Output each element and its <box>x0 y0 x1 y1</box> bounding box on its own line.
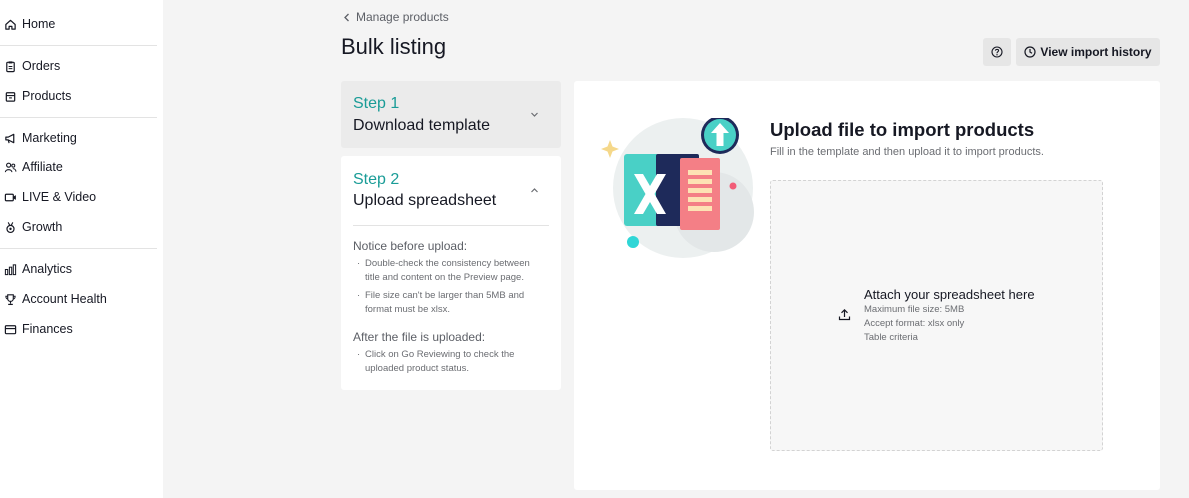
sidebar-item-live-video[interactable]: LIVE & Video <box>0 185 157 209</box>
box-icon <box>3 89 17 103</box>
upload-title: Upload file to import products <box>770 119 1035 140</box>
sidebar-item-home[interactable]: Home <box>0 12 157 36</box>
help-button[interactable] <box>983 38 1011 66</box>
max-file-size-text: Maximum file size: 5MB <box>864 304 965 315</box>
medal-icon <box>3 220 17 234</box>
home-icon <box>3 17 17 31</box>
dropzone-title: Attach your spreadsheet here <box>864 287 1035 302</box>
sidebar: Home Orders Products Marketing Affiliate… <box>0 0 163 498</box>
breadcrumb-back-link[interactable]: Manage products <box>343 9 449 25</box>
sidebar-item-products[interactable]: Products <box>0 84 157 108</box>
sidebar-item-finances[interactable]: Finances <box>0 317 157 341</box>
video-icon <box>3 190 17 204</box>
excel-upload-illustration <box>601 118 754 258</box>
page-title: Bulk listing <box>341 34 447 59</box>
clock-icon <box>1024 46 1037 58</box>
step2-card: Step 2 Upload spreadsheet Notice before … <box>341 156 561 390</box>
upload-icon <box>838 308 851 321</box>
notice-item: Double-check the consistency between tit… <box>357 257 547 285</box>
history-button-label: View import history <box>1040 45 1152 59</box>
table-criteria-link[interactable]: Table criteria <box>864 332 918 343</box>
sidebar-item-label: Finances <box>22 322 73 336</box>
after-upload-heading: After the file is uploaded: <box>353 330 486 344</box>
megaphone-icon <box>3 131 17 145</box>
sidebar-item-marketing[interactable]: Marketing <box>0 126 157 150</box>
trophy-icon <box>3 292 17 306</box>
sidebar-item-label: Products <box>22 89 72 103</box>
sidebar-item-affiliate[interactable]: Affiliate <box>0 155 157 179</box>
chevron-left-icon <box>344 13 349 21</box>
sidebar-item-label: Marketing <box>22 131 77 145</box>
step1-number: Step 1 <box>353 95 400 112</box>
breadcrumb-label: Manage products <box>356 10 449 24</box>
step1-title: Download template <box>353 117 490 134</box>
sidebar-divider <box>0 117 157 118</box>
step1-card[interactable]: Step 1 Download template <box>341 81 561 148</box>
chevron-down-icon[interactable] <box>530 110 539 119</box>
sidebar-item-label: Home <box>22 17 56 31</box>
people-icon <box>3 160 17 174</box>
accept-format-text: Accept format: xlsx only <box>864 318 965 329</box>
card-icon <box>3 322 17 336</box>
divider <box>353 225 549 226</box>
file-dropzone[interactable]: Attach your spreadsheet here Maximum fil… <box>770 180 1103 451</box>
bar-chart-icon <box>3 262 17 276</box>
chevron-up-icon[interactable] <box>530 186 539 195</box>
sidebar-item-growth[interactable]: Growth <box>0 215 157 239</box>
sidebar-item-orders[interactable]: Orders <box>0 54 157 78</box>
question-icon <box>991 46 1003 58</box>
sidebar-item-label: LIVE & Video <box>22 190 97 204</box>
step2-number: Step 2 <box>353 171 400 188</box>
sidebar-item-analytics[interactable]: Analytics <box>0 257 157 281</box>
sidebar-item-account-health[interactable]: Account Health <box>0 287 157 311</box>
notice-heading: Notice before upload: <box>353 239 468 253</box>
upload-panel: Upload file to import products Fill in t… <box>574 81 1160 490</box>
view-import-history-button[interactable]: View import history <box>1016 38 1160 66</box>
upload-subtitle: Fill in the template and then upload it … <box>770 146 1044 158</box>
clipboard-icon <box>3 59 17 73</box>
step2-title: Upload spreadsheet <box>353 192 497 209</box>
sidebar-divider <box>0 45 157 46</box>
sidebar-item-label: Orders <box>22 59 61 73</box>
sidebar-divider <box>0 248 157 249</box>
sidebar-item-label: Affiliate <box>22 160 63 174</box>
sidebar-item-label: Analytics <box>22 262 73 276</box>
sidebar-item-label: Account Health <box>22 292 107 306</box>
notice-item: File size can't be larger than 5MB and f… <box>357 289 547 317</box>
sidebar-item-label: Growth <box>22 220 63 234</box>
after-upload-item: Click on Go Reviewing to check the uploa… <box>357 348 547 376</box>
